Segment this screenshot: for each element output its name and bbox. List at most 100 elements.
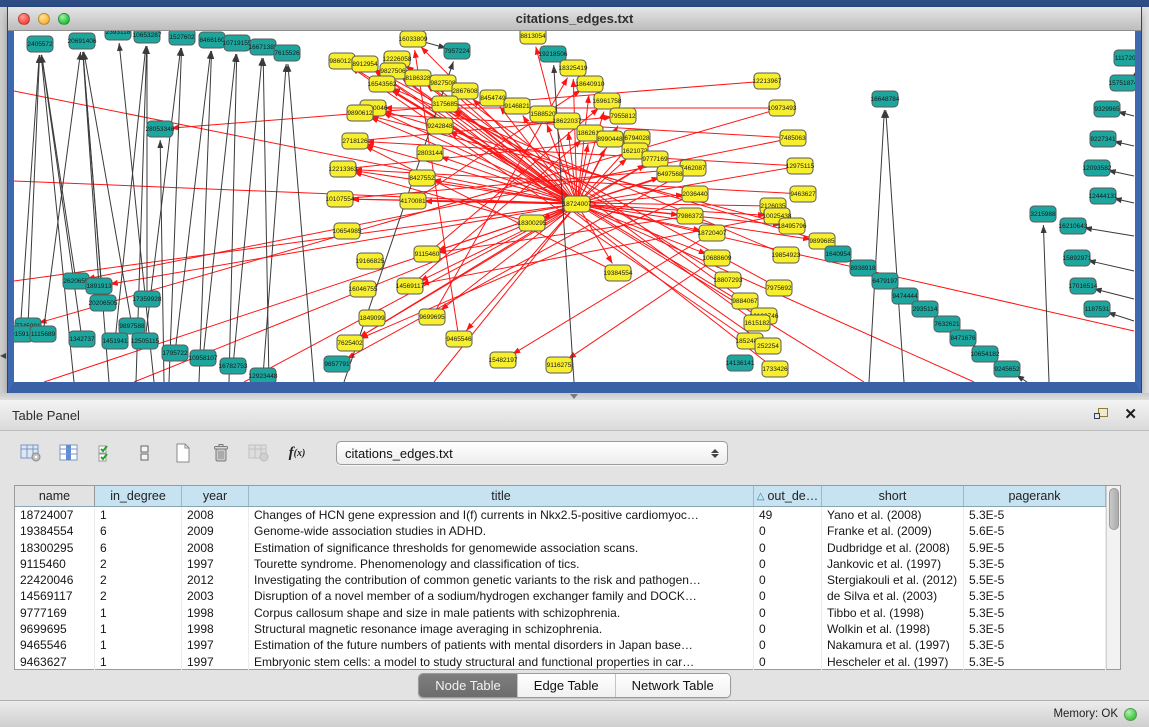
graph-node[interactable]: 9115460 [414,246,440,262]
graph-node[interactable]: 18724007 [563,196,592,212]
column-header-pagerank[interactable]: pagerank [964,486,1106,506]
table-selector-dropdown[interactable]: citations_edges.txt [336,441,728,465]
graph-node[interactable]: 15482197 [489,352,518,368]
table-cell[interactable]: de Silva et al. (2003) [822,588,964,604]
table-row[interactable]: 946554611997Estimation of the future num… [15,637,1106,653]
graph-node[interactable]: 7625402 [337,335,363,351]
graph-node[interactable]: 7615526 [274,45,300,61]
graph-node[interactable]: 15751874 [1109,75,1135,91]
table-cell[interactable]: 5.5E-5 [964,572,1106,588]
graph-node[interactable]: 8186328 [405,70,431,86]
graph-node[interactable]: 2036440 [682,186,708,202]
table-row[interactable]: 1456911722003Disruption of a novel membe… [15,588,1106,604]
table-cell[interactable]: 1 [95,507,182,523]
table-cell[interactable]: 5.3E-5 [964,588,1106,604]
graph-node[interactable]: 1117204 [1114,50,1135,66]
graph-node[interactable]: 7975692 [766,280,792,296]
table-cell[interactable]: 19384554 [15,523,95,539]
table-cell[interactable]: 2 [95,556,182,572]
graph-node[interactable]: 9146821 [504,98,530,114]
window-titlebar[interactable]: citations_edges.txt [8,7,1141,31]
column-header-year[interactable]: year [182,486,249,506]
table-cell[interactable]: Estimation of significance thresholds fo… [249,540,754,556]
graph-node[interactable]: 10107554 [326,191,355,207]
graph-node[interactable]: 9884067 [732,293,758,309]
graph-node[interactable]: 1451941 [102,333,128,349]
table-cell[interactable]: 2 [95,588,182,604]
table-cell[interactable]: 0 [754,654,822,670]
graph-node[interactable]: 1527602 [169,31,195,45]
graph-node[interactable]: 19854923 [772,247,801,263]
graph-node[interactable]: 8990448 [597,131,623,147]
select-column-button[interactable] [56,441,82,465]
graph-node[interactable]: 9777169 [642,151,668,167]
float-panel-icon[interactable] [1094,408,1110,422]
table-cell[interactable]: 6 [95,540,182,556]
graph-node[interactable]: 14136141 [726,355,755,371]
graph-node[interactable]: 2405572 [27,36,53,52]
graph-node[interactable]: 18807293 [714,272,743,288]
table-cell[interactable]: 5.3E-5 [964,556,1106,572]
graph-node[interactable]: 18495796 [778,218,807,234]
table-cell[interactable]: 2008 [182,540,249,556]
table-cell[interactable]: Wolkin et al. (1998) [822,621,964,637]
table-cell[interactable]: 5.3E-5 [964,605,1106,621]
graph-node[interactable]: 14569117 [396,278,425,294]
graph-node[interactable]: 28053346 [146,121,175,137]
graph-node[interactable]: 8938918 [850,260,876,276]
table-cell[interactable]: 49 [754,507,822,523]
table-cell[interactable]: 1997 [182,556,249,572]
table-cell[interactable]: 22420046 [15,572,95,588]
graph-node[interactable]: 15892971 [1063,250,1092,266]
table-cell[interactable]: Disruption of a novel member of a sodium… [249,588,754,604]
graph-node[interactable]: 16961758 [593,93,622,109]
graph-node[interactable]: 1640954 [825,246,851,262]
table-cell[interactable]: Tourette syndrome. Phenomenology and cla… [249,556,754,572]
graph-node[interactable]: 9897588 [119,318,145,334]
graph-node[interactable]: 12213967 [753,73,782,89]
graph-node[interactable]: 2803144 [417,145,443,161]
table-cell[interactable]: 9465546 [15,637,95,653]
table-row[interactable]: 1938455462009Genome-wide association stu… [15,523,1106,539]
graph-node[interactable]: 19166825 [356,253,385,269]
table-cell[interactable]: Dudbridge et al. (2008) [822,540,964,556]
delete-table-button[interactable] [208,441,234,465]
table-cell[interactable]: 1997 [182,654,249,670]
graph-node[interactable]: 18640910 [576,76,605,92]
graph-node[interactable]: 9890612 [347,105,373,121]
table-cell[interactable]: Changes of HCN gene expression and I(f) … [249,507,754,523]
table-cell[interactable]: 2009 [182,523,249,539]
table-cell[interactable]: Estimation of the future numbers of pati… [249,637,754,653]
graph-node[interactable]: 2718126 [342,133,368,149]
table-cell[interactable]: 1998 [182,605,249,621]
table-settings-button[interactable] [18,441,44,465]
table-cell[interactable]: 9699695 [15,621,95,637]
column-header-out-de-[interactable]: △out_de… [754,486,822,506]
graph-node[interactable]: 2935114 [912,301,938,317]
graph-node[interactable]: 16210643 [1059,218,1088,234]
graph-node[interactable]: 7986372 [677,208,703,224]
table-cell[interactable]: 14569117 [15,588,95,604]
graph-node[interactable]: 9227341 [1090,131,1116,147]
memory-ok-indicator-icon[interactable] [1124,708,1137,721]
graph-node[interactable]: 18720407 [698,225,727,241]
close-window-button[interactable] [18,13,30,25]
graph-node[interactable]: 9860128 [329,53,355,69]
graph-node[interactable]: 2393118 [105,31,131,40]
panel-collapse-arrow-icon[interactable]: ◀ [0,351,6,360]
table-cell[interactable]: 2003 [182,588,249,604]
graph-node[interactable]: 9699695 [419,309,445,325]
scrollbar-thumb[interactable] [1109,488,1119,530]
table-cell[interactable]: 0 [754,588,822,604]
graph-node[interactable]: 16046755 [349,281,378,297]
table-cell[interactable]: 5.3E-5 [964,507,1106,523]
row-height-button[interactable] [132,441,158,465]
table-cell[interactable]: Franke et al. (2009) [822,523,964,539]
graph-node[interactable]: 12923448 [249,368,278,382]
table-cell[interactable]: 0 [754,605,822,621]
table-cell[interactable]: 5.6E-5 [964,523,1106,539]
select-rows-checklist-button[interactable] [94,441,120,465]
table-row[interactable]: 969969511998Structural magnetic resonanc… [15,621,1106,637]
graph-node[interactable]: 19384554 [604,265,633,281]
tab-edge-table[interactable]: Edge Table [517,674,615,697]
